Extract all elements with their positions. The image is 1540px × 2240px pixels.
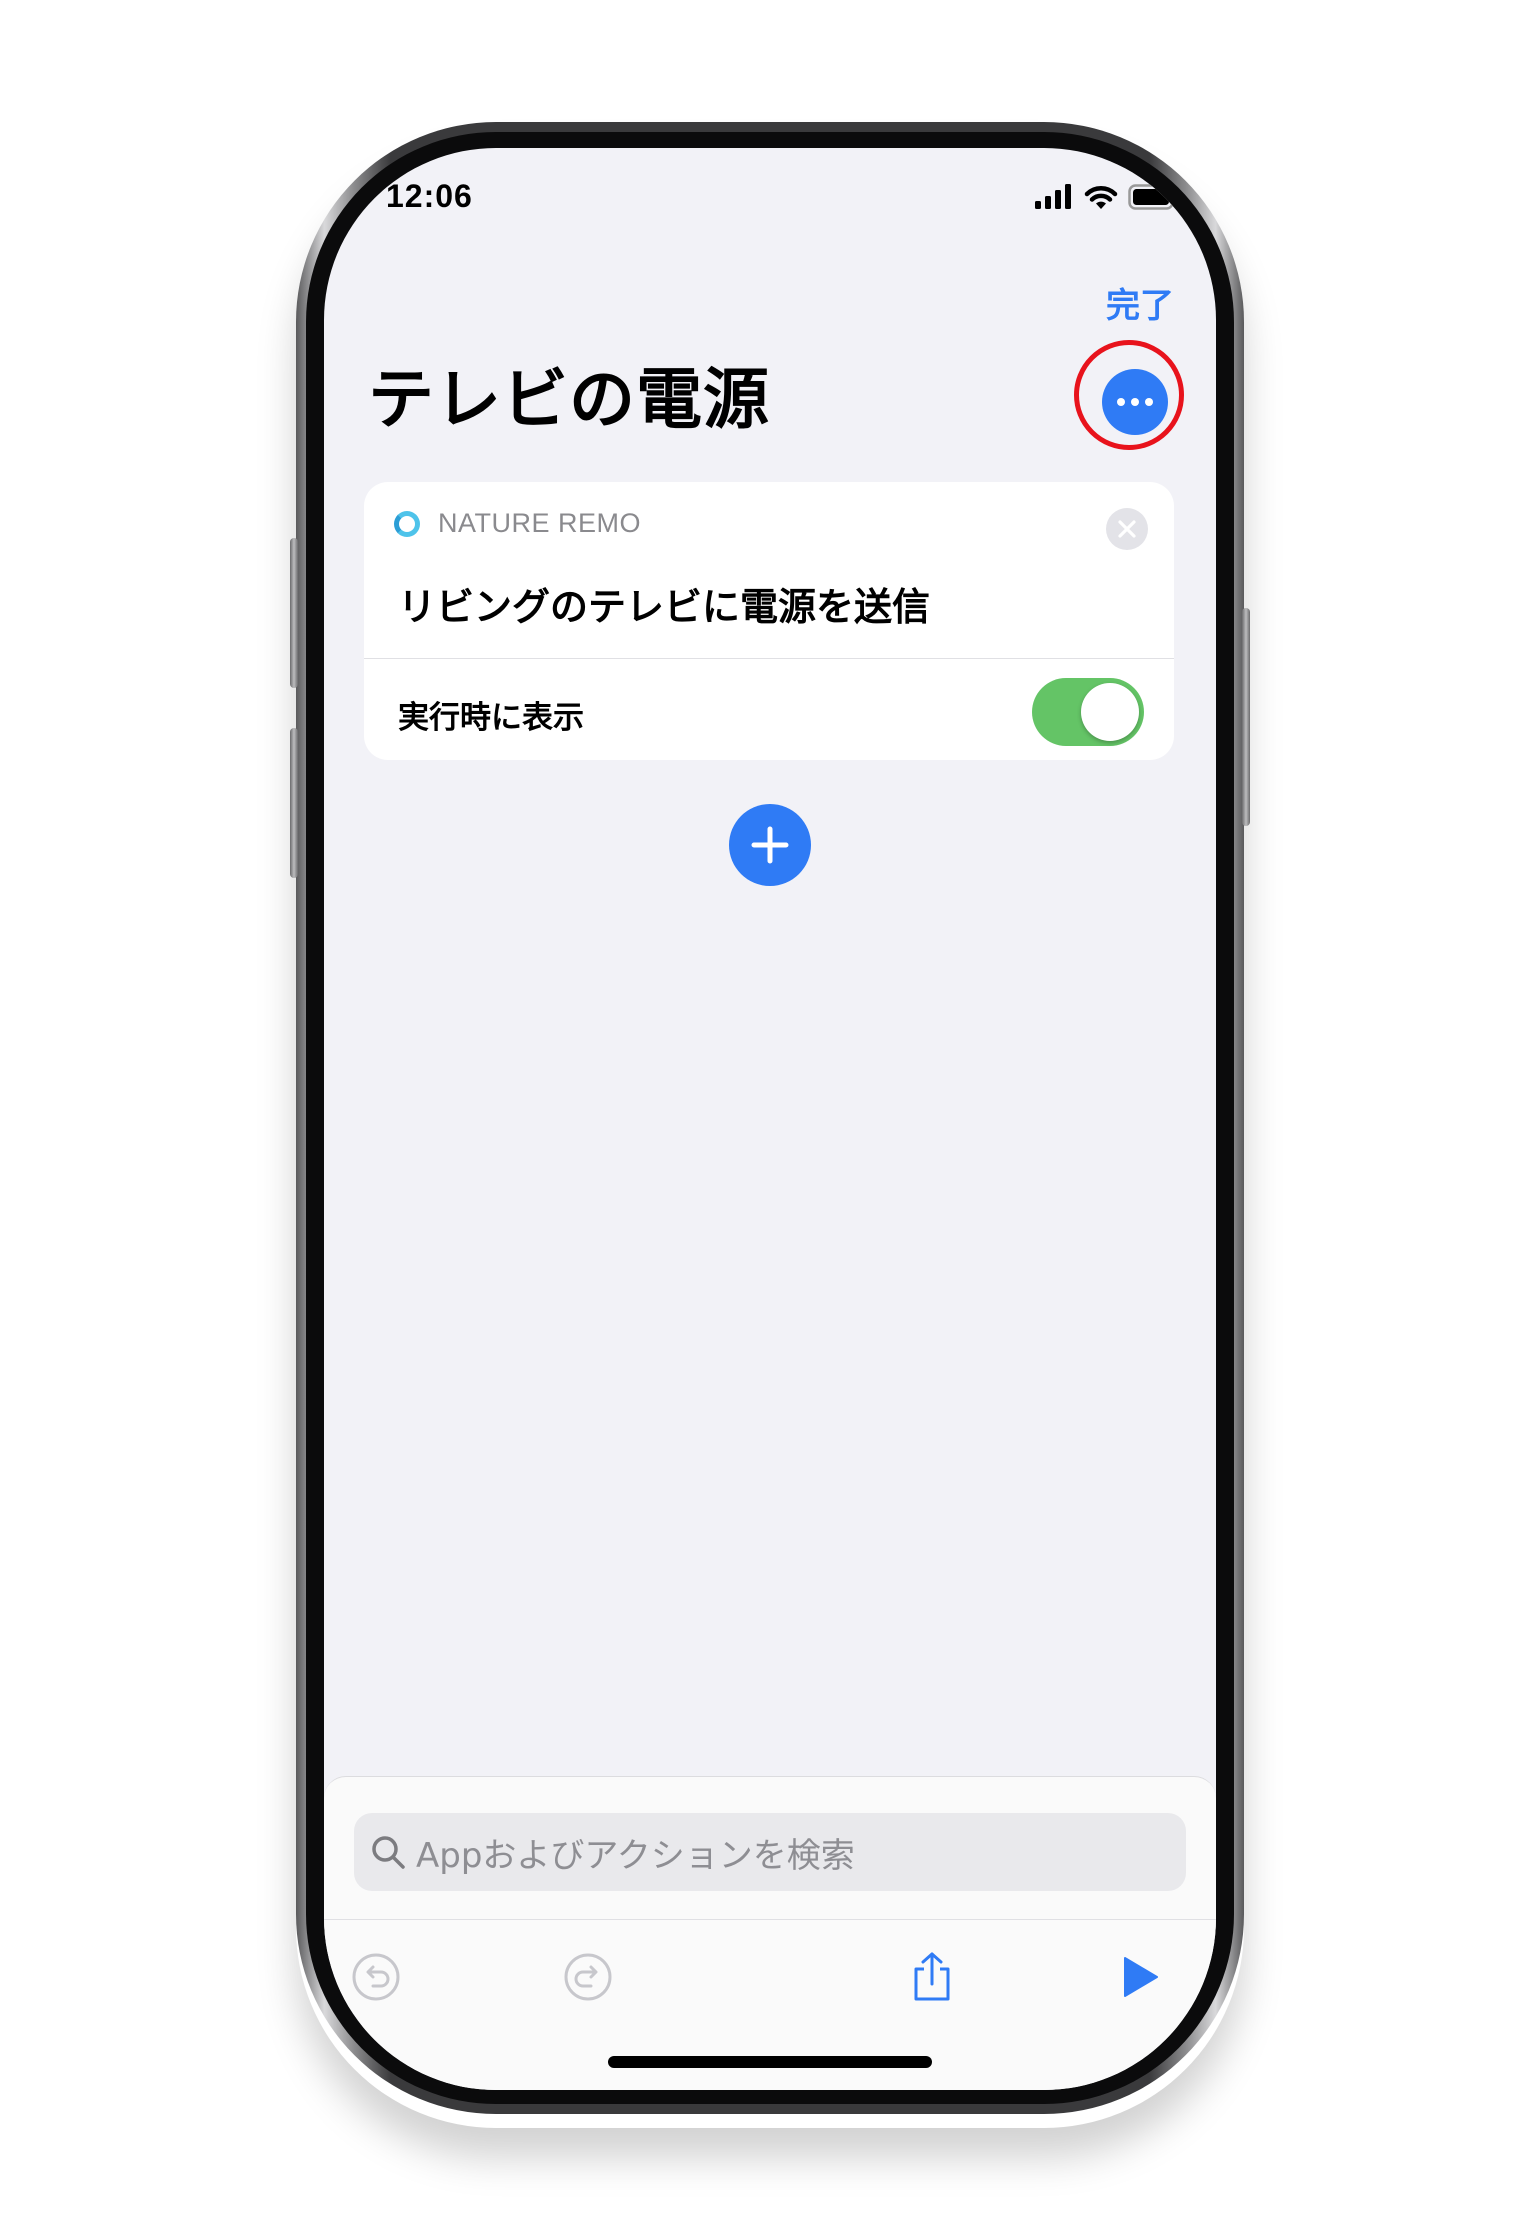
highlight-circle xyxy=(1074,340,1184,450)
close-icon xyxy=(1118,520,1136,538)
toolbar-divider xyxy=(324,1919,1216,1920)
run-button[interactable] xyxy=(1114,1951,1166,2003)
action-button xyxy=(290,538,298,688)
add-action-button[interactable] xyxy=(729,804,811,886)
shortcut-title[interactable]: テレビの電源 xyxy=(368,346,770,442)
screen: 12:06 完了 テレビの電源 NATURE REMO リビングのテレビに電源を… xyxy=(324,148,1216,2090)
home-indicator[interactable] xyxy=(608,2056,932,2068)
wifi-icon xyxy=(1084,186,1118,209)
share-button[interactable] xyxy=(906,1951,958,2003)
search-icon xyxy=(372,1836,405,1869)
redo-icon xyxy=(564,1953,612,2001)
search-placeholder: Appおよびアクションを検索 xyxy=(416,1835,855,1876)
action-card: NATURE REMO リビングのテレビに電源を送信 実行時に表示 xyxy=(364,482,1174,760)
status-time: 12:06 xyxy=(386,178,473,214)
card-divider xyxy=(364,658,1174,659)
play-icon xyxy=(1124,1957,1158,1997)
share-icon xyxy=(914,1952,950,2001)
toggle-knob xyxy=(1081,683,1139,741)
undo-icon xyxy=(352,1953,400,2001)
bottom-panel: Appおよびアクションを検索 xyxy=(324,1776,1216,2090)
plus-icon xyxy=(751,826,789,864)
search-field[interactable]: Appおよびアクションを検索 xyxy=(354,1813,1186,1891)
card-app-header: NATURE REMO xyxy=(394,508,641,539)
show-when-run-label: 実行時に表示 xyxy=(398,700,584,736)
remove-action-button[interactable] xyxy=(1106,508,1148,550)
status-icons xyxy=(1034,182,1180,212)
cellular-signal-icon xyxy=(1035,184,1071,209)
volume-button xyxy=(290,728,298,878)
card-app-name: NATURE REMO xyxy=(438,508,642,538)
nature-remo-icon xyxy=(394,510,420,537)
done-button[interactable]: 完了 xyxy=(1106,278,1174,327)
redo-button[interactable] xyxy=(562,1951,614,2003)
action-description[interactable]: リビングのテレビに電源を送信 xyxy=(398,576,930,631)
undo-button[interactable] xyxy=(350,1951,402,2003)
battery-icon xyxy=(1128,184,1178,210)
power-button xyxy=(1242,608,1250,826)
show-when-run-toggle[interactable] xyxy=(1032,678,1144,746)
